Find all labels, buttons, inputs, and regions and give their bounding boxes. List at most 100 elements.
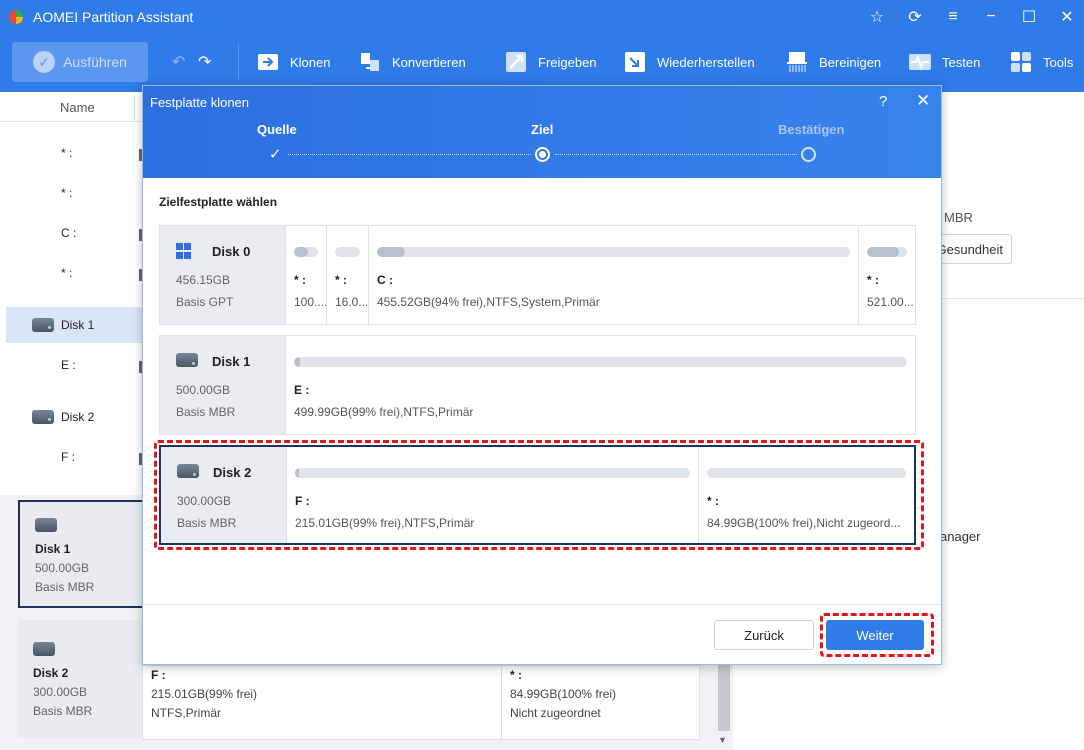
free-up-button[interactable]: Freigeben	[504, 48, 597, 76]
menu-icon[interactable]: ≡	[939, 5, 967, 29]
partition-size: 84.99GB(100% frei)	[510, 687, 617, 701]
properties-panel: MBR Gesundheit anager	[936, 92, 1084, 750]
partition-block[interactable]: F : 215.01GB(99% frei) NTFS,Primär	[151, 666, 257, 723]
redo-icon[interactable]: ↷	[198, 52, 211, 72]
clone-button[interactable]: Klonen	[256, 48, 330, 76]
tree-row-label: * :	[61, 266, 73, 280]
wipe-button[interactable]: Bereinigen	[785, 48, 881, 76]
tree-row-label: * :	[61, 146, 73, 160]
partition-usage-bar	[377, 247, 850, 257]
test-icon	[908, 50, 932, 74]
back-label: Zurück	[744, 627, 784, 643]
refresh-icon[interactable]: ⟳	[901, 5, 929, 29]
footer-divider	[143, 604, 941, 605]
undo-icon[interactable]: ↶	[172, 52, 185, 72]
partition-usage-bar	[335, 247, 360, 257]
partition-info: Nicht zugeordnet	[510, 706, 601, 720]
step-active-dot-icon	[535, 147, 550, 162]
tree-partition-row[interactable]: C :	[0, 215, 142, 251]
partition-label: * :	[510, 668, 522, 682]
disk-type: Basis GPT	[176, 295, 234, 309]
clone-disk-dialog: Festplatte klonen ? ✕ Quelle Ziel Bestät…	[142, 85, 942, 665]
disk-card-size: 300.00GB	[33, 685, 88, 699]
step-done-check-icon: ✓	[269, 146, 282, 163]
partition-info: 16.0...	[335, 295, 368, 309]
tools-button[interactable]: Tools	[1009, 48, 1073, 76]
help-icon[interactable]: ?	[879, 93, 887, 110]
partition-label: E :	[294, 383, 310, 397]
partition-usage-bar	[294, 357, 907, 367]
disk-size: 500.00GB	[176, 383, 231, 397]
back-button[interactable]: Zurück	[714, 620, 814, 650]
maximize-button[interactable]: ☐	[1015, 5, 1043, 29]
app-title: AOMEI Partition Assistant	[33, 9, 194, 25]
next-highlight-frame	[820, 613, 934, 657]
disk-size: 456.15GB	[176, 273, 231, 287]
test-button[interactable]: Testen	[908, 48, 980, 76]
vertical-scrollbar[interactable]: ▼	[716, 665, 732, 750]
partition-label: * :	[335, 273, 347, 287]
dialog-header: Festplatte klonen ? ✕ Quelle Ziel Bestät…	[143, 86, 941, 178]
tree-partition-row[interactable]: E :	[0, 347, 142, 383]
disk-option-disk-1[interactable]: Disk 1 500.00GB Basis MBR E : 499.99GB(9…	[159, 335, 916, 435]
partition-usage-fill	[867, 247, 899, 257]
clone-label: Klonen	[290, 54, 331, 70]
run-button[interactable]: ✓ Ausführen	[12, 42, 148, 82]
disk-card-type: Basis MBR	[35, 580, 95, 594]
column-header-name[interactable]: Name	[60, 100, 95, 115]
disk-name: Disk 0	[212, 244, 251, 259]
wipe-label: Bereinigen	[819, 54, 882, 70]
disk-icon	[32, 410, 54, 424]
disk-icon	[176, 353, 198, 369]
partition-block: * : 16.0...	[326, 226, 368, 324]
health-button[interactable]: Gesundheit	[936, 234, 1012, 264]
partition-info: 521.00...	[867, 295, 914, 309]
tree-row-label: * :	[61, 186, 73, 200]
partition-block: C : 455.52GB(94% frei),NTFS,System,Primä…	[368, 226, 858, 324]
disk-info: Disk 1 500.00GB Basis MBR	[160, 336, 285, 434]
partition-block: E : 499.99GB(99% frei),NTFS,Primär	[285, 336, 915, 434]
partition-usage-fill	[294, 247, 309, 257]
step-connector	[288, 154, 531, 155]
step-target-label: Ziel	[531, 122, 554, 137]
tools-icon	[1009, 50, 1033, 74]
disk-card[interactable]: Disk 2 300.00GB Basis MBR	[18, 620, 142, 738]
disk-icon	[33, 642, 55, 656]
tree-partition-row[interactable]: * :	[0, 255, 142, 291]
test-label: Testen	[942, 54, 981, 70]
tree-disk-row[interactable]: Disk 2	[0, 399, 142, 435]
tree-disk-row[interactable]: Disk 1	[6, 307, 142, 343]
step-source-label: Quelle	[257, 122, 297, 137]
convert-icon	[358, 50, 382, 74]
partition-info: 499.99GB(99% frei),NTFS,Primär	[294, 405, 474, 419]
favorite-star-icon[interactable]: ☆	[863, 5, 891, 29]
disk-option-disk-0[interactable]: Disk 0 456.15GB Basis GPT * : 100.... * …	[159, 225, 916, 325]
minimize-button[interactable]: −	[977, 5, 1005, 29]
disk-card-type: Basis MBR	[33, 704, 93, 718]
convert-button[interactable]: Konvertieren	[358, 48, 466, 76]
partition-block[interactable]: * : 84.99GB(100% frei) Nicht zugeordnet	[510, 666, 616, 723]
partition-style-value: MBR	[944, 210, 973, 225]
disk-card[interactable]: Disk 1 500.00GB Basis MBR	[18, 500, 142, 608]
tree-partition-row[interactable]: * :	[0, 175, 142, 211]
recover-button[interactable]: Wiederherstellen	[623, 48, 755, 76]
selection-highlight-frame	[154, 440, 924, 550]
check-icon: ✓	[33, 51, 56, 73]
disk-type: Basis MBR	[176, 405, 236, 419]
close-window-button[interactable]: ✕	[1053, 5, 1081, 29]
scroll-thumb[interactable]	[718, 665, 730, 731]
disk-card-name: Disk 1	[35, 542, 71, 556]
clone-icon	[256, 50, 280, 74]
partition-block: * : 521.00...	[858, 226, 915, 324]
manager-link[interactable]: anager	[940, 529, 980, 544]
disk-map-panel: Disk 1 500.00GB Basis MBR Disk 2 300.00G…	[0, 495, 142, 750]
tree-partition-row[interactable]: F :	[0, 439, 142, 475]
close-icon[interactable]: ✕	[916, 91, 930, 111]
partition-label: * :	[867, 273, 879, 287]
chevron-down-icon[interactable]: ▼	[718, 735, 727, 745]
step-connector	[555, 154, 797, 155]
partition-usage-fill	[294, 357, 301, 367]
tree-partition-row[interactable]: * :	[0, 135, 142, 171]
partition-info: 100....	[294, 295, 326, 309]
health-label: Gesundheit	[936, 241, 1003, 257]
